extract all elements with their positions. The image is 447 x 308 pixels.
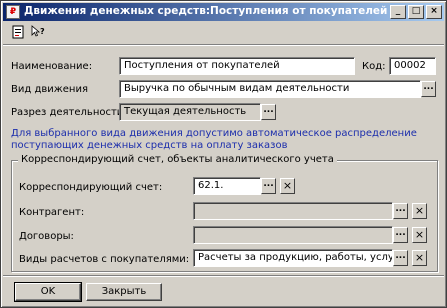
code-field[interactable]: 00002: [389, 57, 436, 75]
account-label: Корреспондирующий счет:: [19, 182, 163, 193]
account-select-button[interactable]: ...: [261, 178, 276, 194]
contract-field[interactable]: [193, 226, 393, 244]
document-icon[interactable]: [9, 25, 27, 41]
settlements-field[interactable]: Расчеты за продукцию, работы, услуги: [193, 249, 393, 267]
movement-select-button[interactable]: ...: [421, 81, 436, 97]
toolbar: ?: [3, 23, 444, 43]
name-label: Наименование:: [11, 61, 93, 72]
svg-text:?: ?: [40, 27, 45, 36]
code-label: Код:: [362, 61, 386, 72]
activity-label: Разрез деятельности:: [11, 107, 127, 118]
toolbar-separator: [3, 44, 444, 46]
activity-select-button[interactable]: ...: [261, 104, 276, 120]
settlements-clear-button[interactable]: ×: [412, 250, 427, 266]
contract-label: Договоры:: [19, 231, 74, 242]
help-cursor-icon[interactable]: ?: [29, 25, 47, 41]
form-window: ₽ Движения денежных средств:Поступления …: [0, 0, 447, 308]
settlements-label: Виды расчетов с покупателями:: [19, 254, 190, 265]
movement-field[interactable]: Выручка по обычным видам деятельности: [119, 80, 421, 98]
maximize-button[interactable]: □: [408, 5, 424, 19]
ok-button[interactable]: OK: [14, 282, 82, 302]
account-clear-button[interactable]: ×: [280, 178, 295, 194]
group-title: Корреспондирующий счет, объекты аналитич…: [18, 154, 337, 165]
button-separator: [3, 275, 444, 277]
close-button[interactable]: Закрыть: [86, 283, 162, 301]
counterparty-clear-button[interactable]: ×: [412, 203, 427, 219]
activity-field[interactable]: Текущая деятельность: [119, 103, 261, 121]
counterparty-label: Контрагент:: [19, 207, 85, 218]
form-icon: ₽: [6, 5, 20, 19]
contract-select-button[interactable]: ...: [393, 227, 408, 243]
name-field[interactable]: Поступления от покупателей: [119, 57, 355, 75]
counterparty-field[interactable]: [193, 202, 393, 220]
contract-clear-button[interactable]: ×: [412, 227, 427, 243]
info-text: Для выбранного вида движения допустимо а…: [11, 128, 417, 151]
settlements-select-button[interactable]: ...: [393, 250, 408, 266]
close-window-button[interactable]: ×: [426, 5, 442, 19]
counterparty-select-button[interactable]: ...: [393, 203, 408, 219]
window-title: Движения денежных средств:Поступления от…: [24, 5, 397, 17]
account-field[interactable]: 62.1.: [193, 177, 261, 195]
movement-label: Вид движения: [11, 84, 88, 95]
minimize-button[interactable]: _: [390, 5, 406, 19]
title-bar[interactable]: ₽ Движения денежных средств:Поступления …: [3, 3, 444, 21]
